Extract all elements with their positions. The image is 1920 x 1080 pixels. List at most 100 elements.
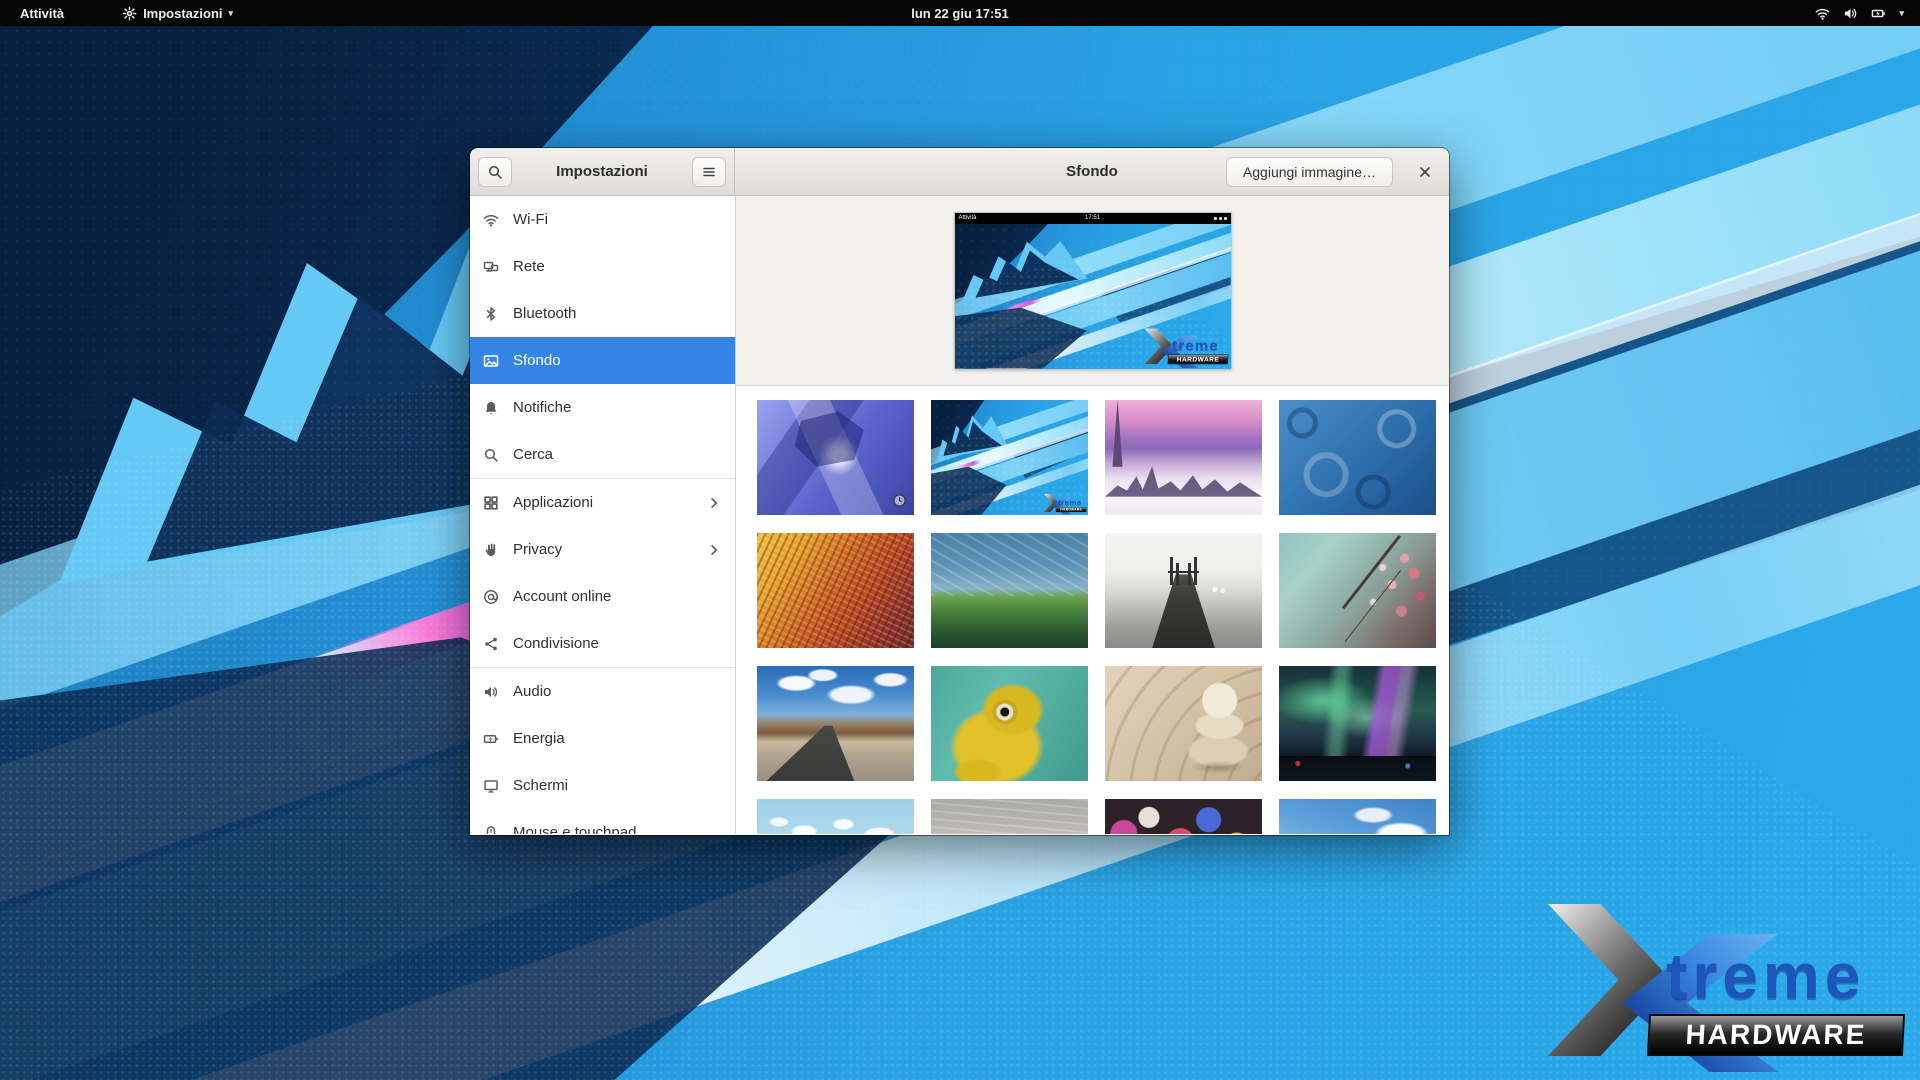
wallpaper-thumbnail-coastal-sky[interactable] (757, 799, 914, 834)
wallpaper-thumbnail-overcast-sea[interactable] (931, 799, 1088, 834)
sidebar-item-label: Applicazioni (513, 494, 692, 511)
wallpaper-thumbnail-woven-fabric-orange[interactable] (757, 533, 914, 648)
sidebar-item-label: Schermi (513, 777, 722, 794)
sidebar-item-sfondo[interactable]: Sfondo (470, 337, 735, 384)
speaker-icon (483, 684, 499, 700)
sidebar-item-label: Condivisione (513, 635, 722, 652)
sidebar-item-label: Account online (513, 588, 722, 605)
wallpaper-thumbnail-cloudy-blue-sky[interactable] (1279, 799, 1436, 834)
wallpaper-thumbnail-yellow-frog[interactable] (931, 666, 1088, 781)
headerbar: Impostazioni Sfondo Aggiungi immagine… (470, 148, 1449, 196)
gear-icon (122, 6, 137, 21)
sidebar-item-schermi[interactable]: Schermi (470, 762, 735, 809)
xtreme-hardware-logo: treme HARDWARE (1548, 904, 1908, 1072)
clock-label[interactable]: lun 22 giu 17:51 (0, 6, 1920, 21)
sidebar-item-bluetooth[interactable]: Bluetooth (470, 290, 735, 337)
search-icon (483, 447, 499, 463)
sidebar-item-label: Mouse e touchpad (513, 824, 722, 834)
mouse-icon (483, 825, 499, 835)
system-status-area[interactable]: ▾ (1815, 6, 1908, 21)
logo-hardware-text: HARDWARE (1647, 1014, 1905, 1056)
wifi-icon (1815, 6, 1830, 21)
sidebar-item-label: Rete (513, 258, 722, 275)
wallpaper-thumbnail-xtremehardware-blue-abstract[interactable]: tremeHARDWARE (931, 400, 1088, 515)
window-body: Wi-Fi Rete Bluetooth Sfondo Notifiche Cerca Ap… (470, 196, 1449, 834)
settings-sidebar-list: Wi-Fi Rete Bluetooth Sfondo Notifiche Cerca Ap… (470, 196, 736, 834)
sidebar-item-label: Privacy (513, 541, 692, 558)
sidebar-item-label: Wi-Fi (513, 211, 722, 228)
chevron-down-icon: ▾ (1899, 8, 1904, 19)
apps-icon (483, 495, 499, 511)
hand-icon (483, 542, 499, 558)
preview-status-icons (1214, 217, 1227, 220)
wallpaper-grid: tremeHARDWARE (757, 400, 1436, 834)
app-menu-label: Impostazioni (143, 6, 222, 21)
top-bar: Attività Impostazioni ▾ lun 22 giu 17:51… (0, 0, 1920, 26)
wallpaper-thumbnail-colored-pencils[interactable] (1105, 799, 1262, 834)
wallpaper-thumbnail-cherry-blossom-branch[interactable] (1279, 533, 1436, 648)
wallpaper-thumbnail-adaptive-geometric-purple[interactable] (757, 400, 914, 515)
logo-x-blue-chevron (1049, 497, 1072, 514)
sidebar-item-label: Energia (513, 730, 722, 747)
menu-button[interactable] (692, 157, 726, 187)
battery-side-icon (483, 731, 499, 747)
share-icon (483, 636, 499, 652)
close-button[interactable] (1413, 160, 1437, 184)
sidebar-item-notifiche[interactable]: Notifiche (470, 384, 735, 431)
sidebar-item-label: Bluetooth (513, 305, 722, 322)
preview-wallpaper-image: treme HARDWARE (955, 224, 1231, 369)
sidebar-item-energia[interactable]: Energia (470, 715, 735, 762)
chevron-right-icon (706, 542, 722, 558)
logo-treme-text: treme (1058, 499, 1082, 507)
logo-hardware-text: HARDWARE (1056, 507, 1087, 512)
activities-button[interactable]: Attività (12, 0, 72, 26)
sidebar-item-cerca[interactable]: Cerca (470, 431, 735, 478)
sidebar-item-condivisione[interactable]: Condivisione (470, 620, 735, 667)
wallpaper-thumbnail-mountain-desert-road[interactable] (757, 666, 914, 781)
xtreme-hardware-logo: tremeHARDWARE (1044, 494, 1087, 514)
logo-treme-text: treme (1172, 337, 1219, 352)
sidebar-item-applicazioni[interactable]: Applicazioni (470, 479, 735, 526)
network-icon (483, 259, 499, 275)
headerbar-sidebar-section: Impostazioni (470, 148, 735, 195)
wallpaper-thumbnail-winter-sunset-snow[interactable] (1105, 400, 1262, 515)
sidebar-item-label: Cerca (513, 446, 722, 463)
wallpaper-thumbnail-blue-clay-spirals[interactable] (1279, 400, 1436, 515)
logo-hardware-text: HARDWARE (1167, 354, 1228, 364)
search-button[interactable] (478, 157, 512, 187)
wallpaper-grid-area: tremeHARDWARE (736, 386, 1449, 834)
display-icon (483, 778, 499, 794)
sidebar-item-label: Notifiche (513, 399, 722, 416)
battery-icon (1871, 6, 1886, 21)
sidebar-item-audio[interactable]: Audio (470, 668, 735, 715)
chevron-down-icon: ▾ (229, 8, 234, 19)
sidebar-item-privacy[interactable]: Privacy (470, 526, 735, 573)
bell-icon (483, 400, 499, 416)
search-icon (487, 164, 503, 180)
wallpaper-icon (483, 353, 499, 369)
wallpaper-thumbnail-aurora-borealis[interactable] (1279, 666, 1436, 781)
headerbar-panel-section: Sfondo Aggiungi immagine… (735, 148, 1449, 195)
current-wallpaper-preview: Attività 17:51 treme HARDWARE (954, 212, 1232, 370)
adaptive-clock-badge-icon (892, 493, 907, 508)
preview-mini-topbar: Attività 17:51 (955, 213, 1231, 224)
wallpaper-thumbnail-foggy-pier-monochrome[interactable] (1105, 533, 1262, 648)
logo-treme-text: treme (1666, 944, 1865, 1008)
wifi-icon (483, 212, 499, 228)
sidebar-item-rete[interactable]: Rete (470, 243, 735, 290)
preview-clock-label: 17:51 (955, 215, 1231, 221)
sidebar-item-account-online[interactable]: Account online (470, 573, 735, 620)
sidebar-item-mouse-e-touchpad[interactable]: Mouse e touchpad (470, 809, 735, 834)
sidebar-item-label: Audio (513, 683, 722, 700)
sidebar-item-label: Sfondo (513, 352, 722, 369)
add-image-button[interactable]: Aggiungi immagine… (1226, 157, 1393, 187)
sidebar-item-wi-fi[interactable]: Wi-Fi (470, 196, 735, 243)
xtreme-wallpaper-art (931, 400, 1088, 515)
background-panel: Attività 17:51 tremeHARDWARE tremeHARDWA… (736, 196, 1449, 834)
app-menu-button[interactable]: Impostazioni ▾ (114, 0, 241, 26)
wallpaper-thumbnail-zen-sand-stones[interactable] (1105, 666, 1262, 781)
close-icon (1417, 164, 1433, 180)
settings-window: Impostazioni Sfondo Aggiungi immagine… W… (470, 148, 1449, 835)
hamburger-icon (701, 164, 717, 180)
wallpaper-thumbnail-marsh-green-sky[interactable] (931, 533, 1088, 648)
